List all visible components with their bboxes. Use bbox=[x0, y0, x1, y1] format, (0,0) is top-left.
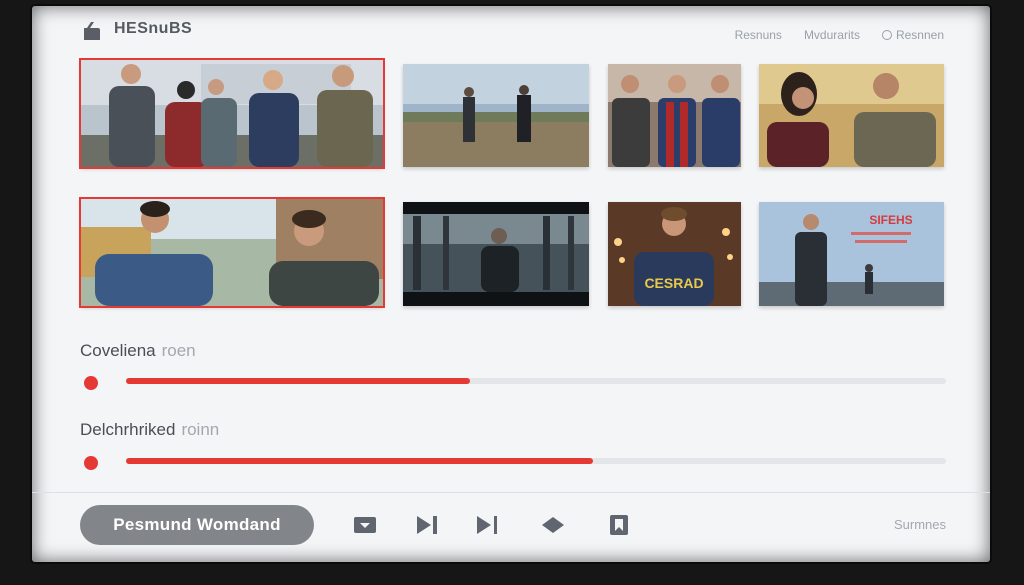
progress-fill-2 bbox=[126, 458, 594, 464]
bottom-bar: Pesmund Womdand Surmnes bbox=[32, 492, 990, 562]
thumb-woman-and-man-warm-light[interactable] bbox=[759, 64, 944, 167]
progress-handle-1[interactable] bbox=[84, 376, 98, 390]
dropdown-icon[interactable] bbox=[352, 513, 378, 537]
tv-screen: HESnuBS Resnuns Mvdurarits Resnnen CESRA… bbox=[32, 6, 990, 562]
diamond-icon[interactable] bbox=[540, 513, 566, 537]
progress-handle-2[interactable] bbox=[84, 456, 98, 470]
nav-item-3-label: Resnnen bbox=[895, 28, 944, 42]
nav-item-3[interactable]: Resnnen bbox=[881, 28, 944, 42]
progress-track-2[interactable] bbox=[126, 458, 946, 464]
progress-fill-1 bbox=[126, 378, 471, 384]
thumb-two-young-men-street[interactable] bbox=[79, 197, 385, 308]
sky-title-text: SIFEHS bbox=[869, 213, 912, 227]
thumb-dark-forest-figure[interactable] bbox=[403, 202, 589, 306]
circle-icon bbox=[881, 30, 892, 40]
app-logo-icon bbox=[84, 22, 100, 40]
next-track-icon[interactable] bbox=[414, 513, 440, 537]
progress-label-2-main: Delchrhriked bbox=[80, 420, 176, 439]
progress-label-1-sub: roen bbox=[161, 341, 196, 360]
thumb-two-figures-in-field[interactable] bbox=[403, 64, 589, 167]
thumb-group-of-five-young-men[interactable] bbox=[79, 58, 385, 169]
nav-item-2[interactable]: Mvdurarits bbox=[804, 28, 860, 42]
progress-label-2-sub: roinn bbox=[181, 420, 220, 439]
jacket-text: CESRAD bbox=[644, 275, 703, 291]
app-title: HESnuBS bbox=[114, 20, 193, 37]
top-nav: Resnuns Mvdurarits Resnnen bbox=[735, 28, 944, 42]
progress-label-2: Delchrhriked roinn bbox=[80, 420, 219, 440]
thumb-man-outdoors-sky-text[interactable]: SIFEHS bbox=[759, 202, 944, 306]
primary-action-button[interactable]: Pesmund Womdand bbox=[80, 505, 314, 545]
thumb-man-in-cesrad-jacket[interactable]: CESRAD bbox=[608, 202, 741, 306]
progress-track-1[interactable] bbox=[126, 378, 946, 384]
bottom-right-text[interactable]: Surmnes bbox=[894, 517, 946, 532]
top-bar: HESnuBS Resnuns Mvdurarits Resnnen bbox=[32, 6, 990, 54]
progress-label-1: Coveliena roen bbox=[80, 341, 196, 361]
skip-next-icon[interactable] bbox=[474, 513, 500, 537]
nav-item-1[interactable]: Resnuns bbox=[735, 28, 782, 42]
progress-label-1-main: Coveliena bbox=[80, 341, 156, 360]
bookmark-icon[interactable] bbox=[606, 513, 632, 537]
thumb-three-young-men[interactable] bbox=[608, 64, 741, 167]
